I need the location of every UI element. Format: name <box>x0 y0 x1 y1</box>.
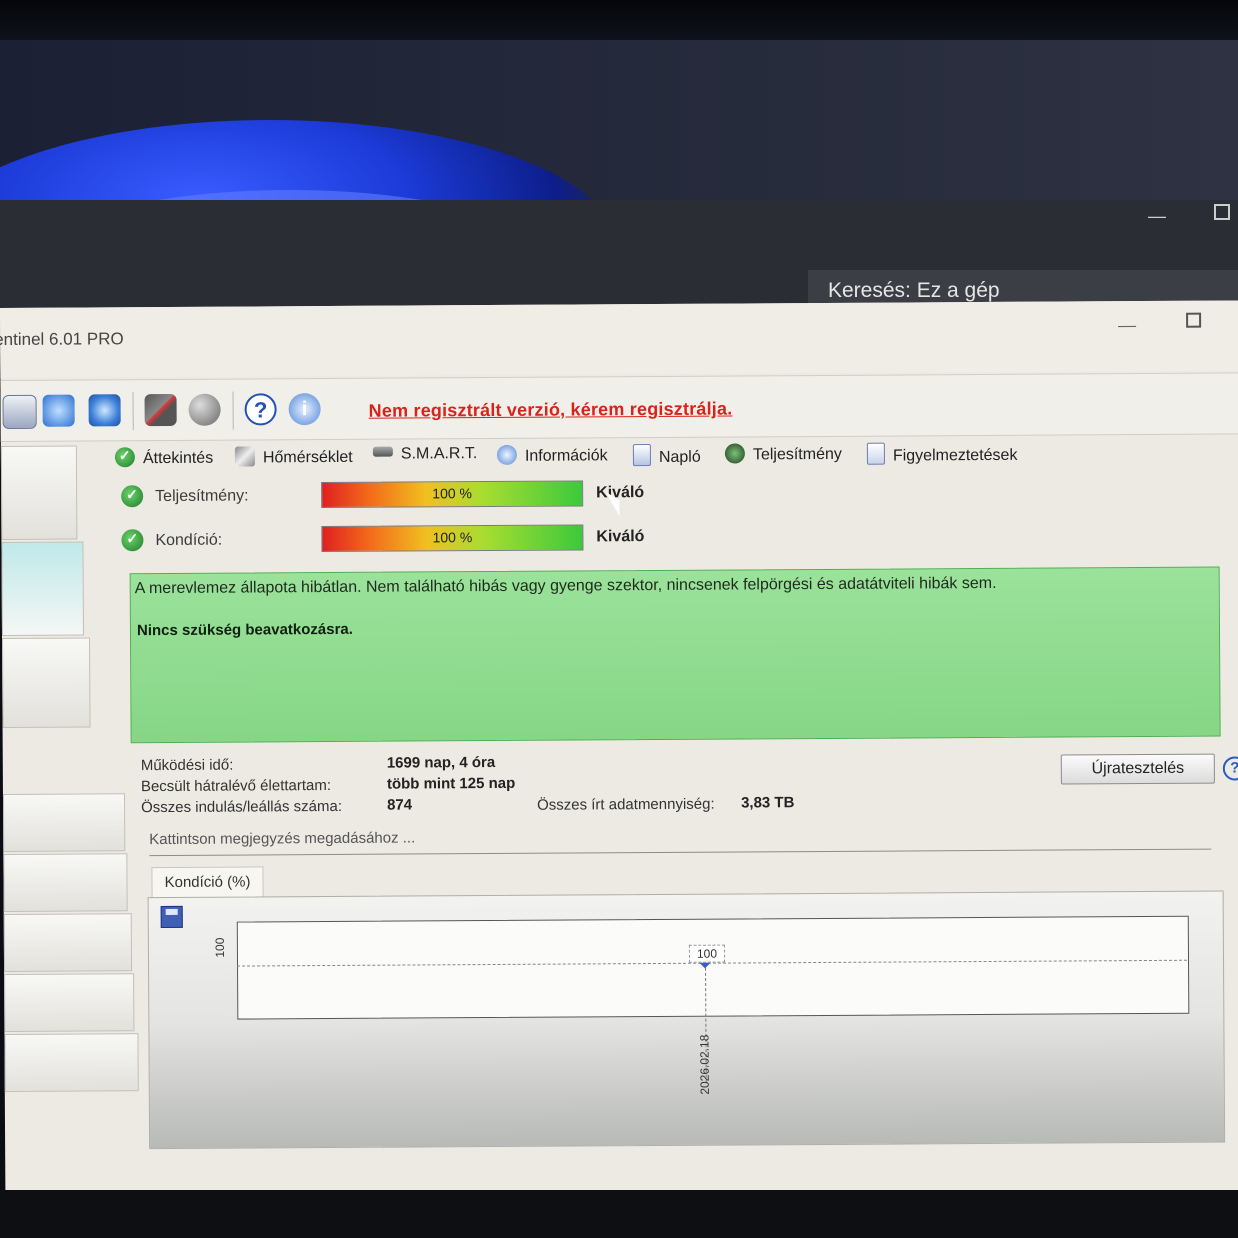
disk-panel[interactable] <box>3 913 133 972</box>
disk-panel[interactable] <box>3 853 128 912</box>
total-written-label: Összes írt adatmennyiség: <box>536 795 715 814</box>
unregistered-notice-link[interactable]: Nem regisztrált verzió, kérem regisztrál… <box>369 399 733 422</box>
uptime-value: 1699 nap, 4 óra <box>386 753 496 772</box>
disk-panel[interactable] <box>2 793 126 852</box>
tab-label: Áttekintés <box>142 449 214 468</box>
chart-plot-area <box>236 915 1190 1020</box>
health-grade: Kiváló <box>596 528 645 546</box>
performance-label: Teljesítmény: <box>155 487 249 506</box>
desktop-wallpaper <box>0 40 1238 210</box>
help-icon[interactable]: ? <box>1222 756 1238 781</box>
sound-icon[interactable] <box>188 393 221 426</box>
note-divider <box>149 848 1212 857</box>
y-tick-label: 100 <box>212 937 227 958</box>
start-stop-count-value: 874 <box>386 796 413 814</box>
maximize-button[interactable] <box>1186 312 1202 328</box>
disk-test-icon[interactable] <box>144 393 177 427</box>
tab-label: Információk <box>524 447 608 465</box>
uptime-label: Működési idő: <box>140 756 234 775</box>
performance-percent: 100 % <box>432 485 473 502</box>
network-icon[interactable] <box>88 394 121 427</box>
tab-temperature[interactable]: Hőmérséklet <box>234 446 353 468</box>
remaining-life-value: több mint 125 nap <box>386 774 516 793</box>
performance-bar: 100 % <box>321 480 584 509</box>
alerts-icon <box>866 442 885 465</box>
refresh-icon[interactable] <box>42 394 75 427</box>
tab-performance[interactable]: Teljesítmény <box>724 443 842 465</box>
disk-panel[interactable] <box>2 637 91 728</box>
toolbar-separator <box>132 392 134 431</box>
toolbar-separator <box>232 391 234 430</box>
main-tabs: Áttekintés Hőmérséklet S.M.A.R.T. Inform… <box>109 434 1238 475</box>
health-bar: 100 % <box>321 524 584 553</box>
disk-panel[interactable] <box>4 1033 139 1092</box>
tab-log[interactable]: Napló <box>632 444 701 467</box>
health-percent: 100 % <box>432 529 473 546</box>
minimize-button[interactable]: — <box>1148 206 1166 227</box>
tab-overview[interactable]: Áttekintés <box>114 447 214 469</box>
status-description: A merevlemez állapota hibátlan. Nem talá… <box>134 574 997 598</box>
title-bar: entinel 6.01 PRO — <box>0 300 1238 378</box>
tab-label: S.M.A.R.T. <box>400 445 478 463</box>
maximize-button[interactable] <box>1214 204 1230 220</box>
status-recommendation: Nincs szükség beavatkozásra. <box>136 620 353 640</box>
info-icon <box>496 444 517 465</box>
remaining-life-label: Becsült hátralévő élettartam: <box>140 776 332 796</box>
info-icon[interactable]: i <box>288 393 321 426</box>
health-label: Kondíció: <box>155 531 223 550</box>
disk-panel[interactable] <box>4 973 135 1032</box>
hd-sentinel-window: entinel 6.01 PRO — ? i Nem regisztrált v… <box>0 300 1238 1198</box>
check-icon <box>121 529 144 552</box>
tab-label: Figyelmeztetések <box>892 446 1018 465</box>
log-icon <box>632 444 651 467</box>
tab-alerts[interactable]: Figyelmeztetések <box>866 442 1018 466</box>
monitor-bezel-bottom <box>0 1190 1238 1238</box>
disk-list-sidebar <box>0 445 146 1186</box>
tab-information[interactable]: Információk <box>496 444 608 466</box>
tab-label: Teljesítmény <box>752 445 842 464</box>
start-stop-count-label: Összes indulás/leállás száma: <box>141 797 343 817</box>
help-icon[interactable]: ? <box>244 393 277 426</box>
note-field[interactable]: Kattintson megjegyzés megadásához ... <box>149 829 415 848</box>
performance-grade: Kiváló <box>596 484 645 502</box>
tab-label: Napló <box>658 448 701 466</box>
performance-icon <box>724 443 745 464</box>
tab-health-chart[interactable]: Kondíció (%) <box>151 866 264 899</box>
disk-panel[interactable] <box>0 445 78 540</box>
x-tick-label: 2026.02.18 <box>697 1034 712 1095</box>
tab-smart[interactable]: S.M.A.R.T. <box>372 445 478 464</box>
total-written-value: 3,83 TB <box>740 794 795 812</box>
check-icon <box>114 447 135 468</box>
health-chart-panel: 100 100 2026.02.18 <box>147 890 1226 1150</box>
tab-label: Hőmérséklet <box>262 448 353 467</box>
smart-icon <box>372 446 393 457</box>
toolbar: ? i Nem regisztrált verzió, kérem regisz… <box>0 372 1238 442</box>
status-message-box: A merevlemez állapota hibátlan. Nem talá… <box>129 566 1221 744</box>
report-icon[interactable] <box>2 394 37 429</box>
check-icon <box>121 485 144 508</box>
retest-button[interactable]: Újratesztelés <box>1060 753 1215 785</box>
disk-panel-selected[interactable] <box>1 541 85 636</box>
window-title: entinel 6.01 PRO <box>0 329 124 350</box>
data-label: 100 <box>688 944 726 963</box>
save-icon[interactable] <box>160 905 183 929</box>
thermometer-icon <box>234 446 255 467</box>
minimize-button[interactable]: — <box>1118 315 1136 336</box>
